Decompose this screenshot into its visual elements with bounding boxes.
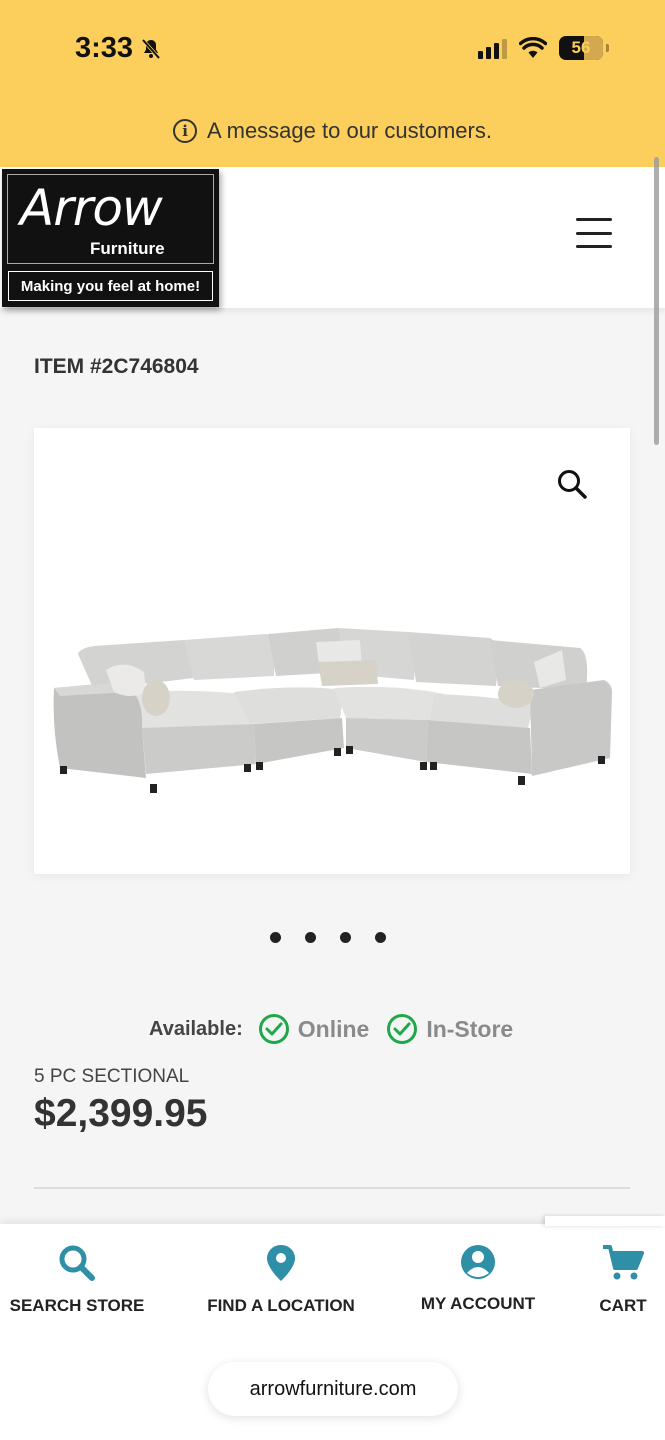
availability-label: Available: (149, 1017, 243, 1040)
logo-brand: Arrow (20, 179, 163, 237)
cart-icon (603, 1245, 644, 1280)
wifi-icon (519, 37, 547, 58)
carousel-dot[interactable] (270, 932, 281, 943)
menu-icon[interactable] (576, 218, 612, 248)
carousel-dot[interactable] (305, 932, 316, 943)
zoom-search-icon[interactable] (556, 468, 588, 500)
product-name: 5 PC SECTIONAL (34, 1066, 190, 1087)
availability-online: Online (258, 1014, 369, 1044)
check-icon (258, 1014, 289, 1044)
customer-message-link[interactable]: i A message to our customers. (0, 118, 665, 144)
nav-search-store[interactable]: SEARCH STORE (10, 1244, 144, 1316)
bell-slash-icon (141, 38, 161, 59)
info-icon: i (173, 119, 198, 143)
product-image[interactable] (34, 428, 630, 874)
status-time: 3:33 (75, 32, 163, 65)
image-carousel-dots (270, 932, 386, 943)
recaptcha-badge (545, 1216, 665, 1226)
map-pin-icon (267, 1245, 295, 1281)
search-icon (59, 1245, 95, 1281)
browser-url-bar[interactable]: arrowfurniture.com (208, 1362, 458, 1416)
carousel-dot[interactable] (375, 932, 386, 943)
nav-cart[interactable]: CART (599, 1244, 647, 1316)
browser-url: arrowfurniture.com (249, 1377, 417, 1400)
scrollbar[interactable] (654, 157, 659, 445)
product-price: $2,399.95 (34, 1092, 208, 1135)
nav-location-label: FIND A LOCATION (207, 1296, 355, 1315)
signal-icon (478, 37, 507, 59)
nav-search-label: SEARCH STORE (9, 1296, 145, 1315)
status-indicators: 56 (478, 36, 609, 60)
divider (34, 1187, 630, 1189)
logo-sub: Furniture (90, 239, 165, 258)
customer-message-text: A message to our customers. (207, 118, 492, 143)
nav-cart-label: CART (599, 1296, 647, 1315)
sectional-sofa-image (53, 628, 612, 793)
battery-icon: 56 (559, 36, 603, 60)
carousel-dot[interactable] (340, 932, 351, 943)
arrow-furniture-logo[interactable]: Arrow Furniture Making you feel at home! (2, 169, 219, 307)
check-icon (387, 1014, 418, 1044)
nav-my-account[interactable]: MY ACCOUNT (420, 1244, 536, 1314)
nav-account-label: MY ACCOUNT (420, 1294, 536, 1313)
logo-tagline: Making you feel at home! (8, 271, 213, 301)
user-icon (461, 1245, 495, 1279)
availability: Available: Online In-Store (149, 1014, 521, 1044)
nav-find-location[interactable]: FIND A LOCATION (207, 1244, 355, 1316)
availability-in-store: In-Store (387, 1014, 513, 1044)
item-number: ITEM #2C746804 (34, 355, 199, 378)
